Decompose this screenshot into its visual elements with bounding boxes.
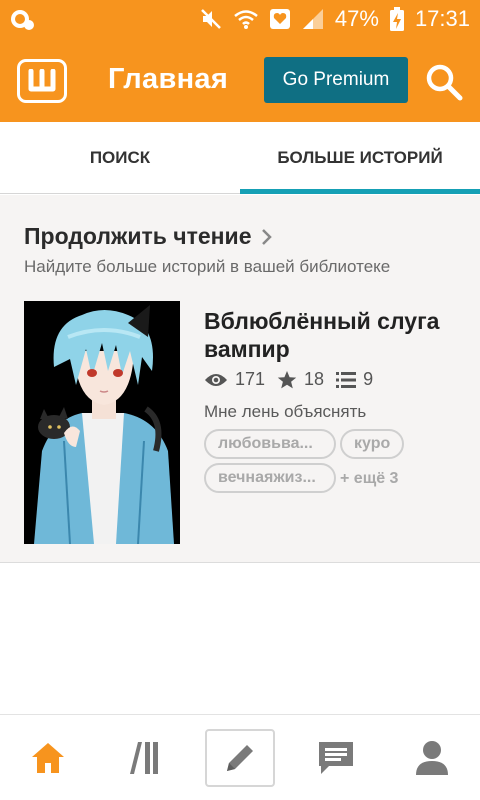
story-cover[interactable] [24,301,180,544]
nav-library[interactable] [96,715,192,800]
list-icon [336,371,357,388]
votes-stat: 18 [277,369,324,390]
chevron-right-icon [262,228,273,245]
library-icon [130,742,158,774]
tab-search[interactable]: ПОИСК [0,122,240,194]
pencil-icon [227,745,253,771]
go-premium-button[interactable]: Go Premium [264,57,408,103]
status-icons: 47% 17:31 [199,5,470,33]
continue-reading-header[interactable]: Продолжить чтение [24,223,273,250]
home-icon [32,743,64,773]
eye-icon [205,373,227,386]
nav-home[interactable] [0,715,96,800]
clock: 17:31 [414,6,470,31]
battery-percent: 47% [334,6,379,31]
mute-icon [201,9,221,29]
story-description: Мне лень объяснять [204,402,367,421]
star-icon [277,370,297,388]
votes-count: 18 [304,369,325,389]
wifi-icon [234,10,258,29]
active-tab-indicator [240,189,480,194]
story-stats: 171 18 9 [204,369,385,390]
logo-icon [28,69,56,92]
app-bar: Главная Go Premium [0,38,480,122]
parts-stat: 9 [336,369,373,390]
messages-icon [319,742,353,774]
search-icon[interactable] [424,62,464,102]
page-title: Главная [108,63,229,95]
story-title[interactable]: Вблюблённый слуга вампир [204,307,464,363]
battery-charging-icon [389,7,404,31]
continue-reading-subtitle: Найдите больше историй в вашей библиотек… [24,257,391,276]
bottom-navigation [0,714,480,800]
reads-stat: 171 [204,369,265,390]
continue-reading-section: Продолжить чтение Найдите больше историй… [0,195,480,563]
reads-count: 171 [235,369,266,389]
tab-bar: ПОИСК БОЛЬШЕ ИСТОРИЙ [0,122,480,194]
tag-chip[interactable]: вечнаяжиз... [204,463,336,493]
tag-chip[interactable]: любовьва... [204,429,336,459]
app-notification-icon [11,10,34,30]
story-cover-art [24,301,180,544]
profile-icon [416,741,448,775]
nav-profile[interactable] [384,715,480,800]
wattpad-logo[interactable] [17,59,67,103]
parts-count: 9 [363,369,374,389]
nav-write-icon-wrap [192,715,288,800]
nav-messages[interactable] [288,715,384,800]
status-bar: 47% 17:31 [0,0,480,38]
heart-notification-icon [269,9,290,29]
signal-icon [302,9,323,29]
more-tags-label[interactable]: + ещё 3 [340,470,398,488]
continue-reading-title: Продолжить чтение [24,223,252,249]
tag-chip[interactable]: куро [340,429,404,459]
tab-more-stories[interactable]: БОЛЬШЕ ИСТОРИЙ [240,122,480,194]
